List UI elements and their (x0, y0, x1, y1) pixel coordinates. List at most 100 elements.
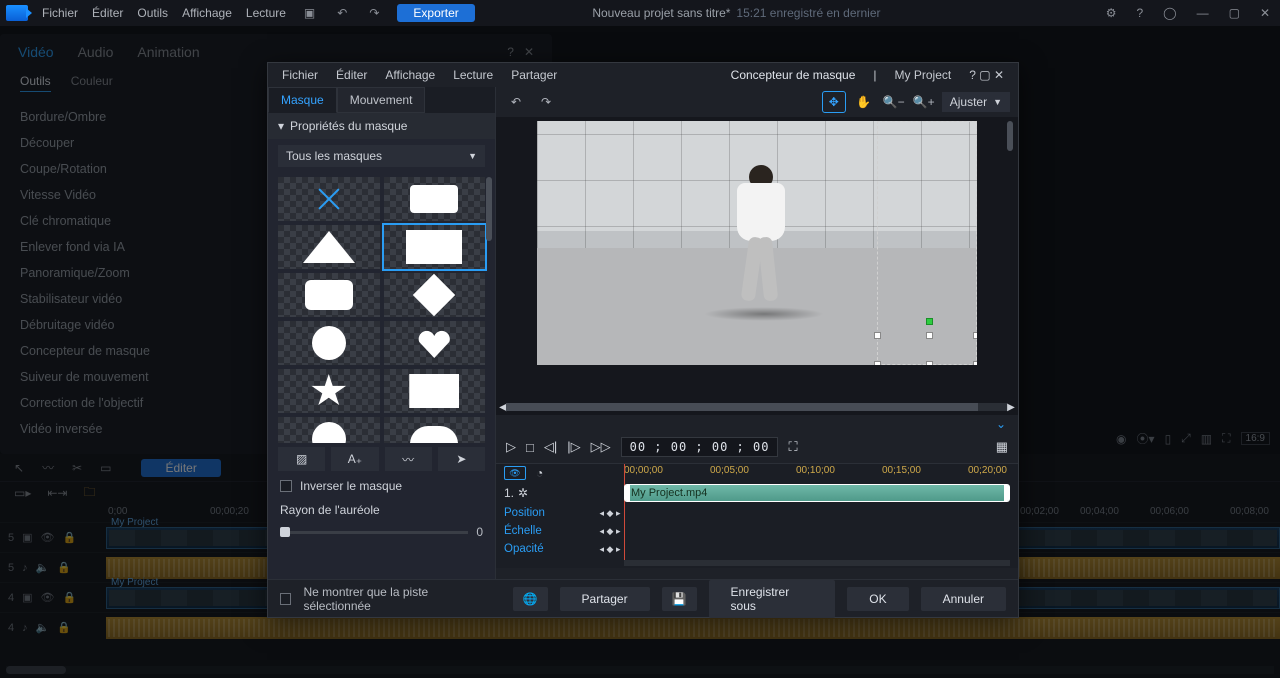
mask-full-rect[interactable] (384, 225, 486, 269)
save-icon[interactable]: ▣ (300, 6, 319, 20)
menu-playback[interactable]: Lecture (246, 6, 286, 20)
lock-icon[interactable]: 🔒 (63, 531, 77, 544)
panel-close-icon[interactable]: ✕ (524, 45, 534, 59)
preview-canvas[interactable] (537, 121, 977, 365)
tl-mode-b-icon[interactable]: ⇤⇥ (47, 486, 67, 500)
subtab-tools[interactable]: Outils (20, 74, 51, 92)
mask-selection-box[interactable] (877, 121, 977, 365)
cancel-button[interactable]: Annuler (921, 587, 1006, 611)
dlg-menu-share[interactable]: Partager (511, 68, 557, 82)
play-icon[interactable]: ▷ (506, 439, 516, 455)
only-selected-checkbox[interactable] (280, 593, 291, 605)
subtab-color[interactable]: Couleur (71, 74, 113, 92)
section-mask-properties[interactable]: ▾ Propriétés du masque (268, 113, 495, 139)
resize-handle[interactable] (973, 361, 977, 365)
preview-vscrollbar[interactable] (1006, 121, 1014, 395)
mask-round-rect[interactable] (278, 273, 380, 317)
window-close-icon[interactable]: ✕ (1256, 6, 1274, 20)
menu-tools[interactable]: Outils (137, 6, 168, 20)
panel-tab-audio[interactable]: Audio (78, 44, 114, 60)
mask-diamond[interactable] (384, 273, 486, 317)
tl-folder-icon[interactable]: 🗀 (83, 483, 95, 504)
mute-icon[interactable]: 🔈 (36, 561, 50, 574)
compare-icon[interactable]: ▥ (1201, 432, 1212, 446)
settings-icon[interactable]: ⚙ (1102, 6, 1121, 20)
stop-icon[interactable]: □ (526, 440, 534, 455)
zoom-fit-dropdown[interactable]: Ajuster ▼ (942, 92, 1010, 112)
share-button[interactable]: Partager (560, 587, 650, 611)
menu-view[interactable]: Affichage (182, 6, 232, 20)
undo-icon[interactable]: ↶ (333, 6, 351, 20)
eye-icon[interactable]: 👁 (41, 531, 55, 544)
mask-stamp[interactable] (384, 369, 486, 413)
mask-bar[interactable] (384, 177, 486, 221)
brush-image-icon[interactable]: ▨ (278, 447, 325, 471)
mask-star[interactable] (278, 369, 380, 413)
dialog-timeline-ruler[interactable]: 00;00;00 00;05;00 00;10;00 00;15;00 00;2… (624, 464, 1018, 482)
safe-zone-icon[interactable]: ▦ (996, 439, 1008, 455)
resize-handle[interactable] (874, 361, 881, 365)
fullscreen-icon[interactable]: ⛶ (1222, 431, 1230, 446)
mute-icon[interactable]: 🔈 (36, 621, 50, 634)
preview-viewport[interactable]: ◀ ▶ (496, 117, 1018, 415)
dlg-menu-file[interactable]: Fichier (282, 68, 318, 82)
keyframe-row-scale[interactable]: Échelle◂ ◆ ▸ (496, 522, 1018, 540)
tab-mask[interactable]: Masque (268, 87, 337, 113)
dlg-menu-edit[interactable]: Éditer (336, 68, 367, 82)
redo-icon[interactable]: ↷ (365, 6, 383, 20)
keyframe-row-opacity[interactable]: Opacité◂ ◆ ▸ (496, 540, 1018, 558)
panel-tab-video[interactable]: Vidéo (18, 44, 54, 60)
zoom-out-icon[interactable]: 🔍− (882, 91, 906, 113)
resize-handle[interactable] (973, 332, 977, 339)
tl-edit-button[interactable]: Éditer (141, 459, 220, 477)
zoom-in-icon[interactable]: 🔍+ (912, 91, 936, 113)
menu-file[interactable]: Fichier (42, 6, 78, 20)
playhead[interactable] (624, 464, 625, 562)
window-minimize-icon[interactable]: — (1193, 6, 1213, 20)
tl-crop-icon[interactable]: ▭ (100, 461, 111, 475)
lock-icon[interactable]: 🔒 (57, 561, 71, 574)
keyframe-nav[interactable]: ◂ ◆ ▸ (596, 508, 624, 519)
lock-icon[interactable]: 🔒 (63, 591, 77, 604)
keyframe-row-position[interactable]: Position◂ ◆ ▸ (496, 504, 1018, 522)
snapshot-icon[interactable]: ◉ (1116, 432, 1126, 446)
dialog-clip[interactable]: My Project.mp4 (624, 484, 1010, 502)
next-frame-icon[interactable]: |▷ (567, 439, 580, 455)
dialog-timeline-scrollbar[interactable] (624, 560, 1010, 566)
aspect-ratio-chip[interactable]: 16:9 (1241, 432, 1270, 445)
eye-icon[interactable]: 👁 (41, 591, 55, 604)
timecode-display[interactable]: 00 ; 00 ; 00 ; 00 (621, 437, 779, 457)
move-tool-icon[interactable]: ✥ (822, 91, 846, 113)
brush-freehand-icon[interactable]: 〰 (385, 447, 432, 471)
save-as-button[interactable]: Enregistrer sous (709, 580, 836, 618)
fullscreen-icon[interactable]: ⛶ (788, 439, 797, 455)
ok-button[interactable]: OK (847, 587, 908, 611)
tab-motion[interactable]: Mouvement (337, 87, 426, 113)
hand-tool-icon[interactable]: ✋ (852, 91, 876, 113)
undo-icon[interactable]: ↶ (504, 91, 528, 113)
tl-razor-icon[interactable]: 〰 (42, 459, 54, 476)
tl-cut-icon[interactable]: ✂ (72, 461, 82, 475)
tl-mode-a-icon[interactable]: ▭▸ (14, 486, 31, 500)
mask-category-dropdown[interactable]: Tous les masques ▼ (278, 145, 485, 167)
save-as-icon-button[interactable]: 💾 (662, 587, 697, 611)
prev-frame-icon[interactable]: ◁| (544, 439, 557, 455)
scroll-right-icon[interactable]: ▶ (1006, 401, 1016, 413)
rotate-handle[interactable] (926, 318, 933, 325)
fit-icon[interactable]: ⤢ (1181, 431, 1191, 446)
mask-triangle[interactable] (278, 225, 380, 269)
mask-grid-scrollbar[interactable] (485, 173, 493, 443)
keyframe-marker-icon[interactable]: ◔ (536, 466, 543, 480)
dlg-menu-view[interactable]: Affichage (385, 68, 435, 82)
resize-handle[interactable] (926, 361, 933, 365)
fast-forward-icon[interactable]: ▷▷ (591, 439, 611, 455)
mask-circle[interactable] (278, 321, 380, 365)
mask-none[interactable] (278, 177, 380, 221)
invert-mask-checkbox[interactable] (280, 480, 292, 492)
mask-burst[interactable] (278, 417, 380, 443)
timeline-scrollbar[interactable] (6, 666, 1274, 674)
dialog-maximize-icon[interactable]: ▢ (979, 68, 990, 82)
mask-scallop[interactable] (384, 417, 486, 443)
resize-handle[interactable] (926, 332, 933, 339)
halo-radius-slider[interactable] (280, 531, 468, 534)
